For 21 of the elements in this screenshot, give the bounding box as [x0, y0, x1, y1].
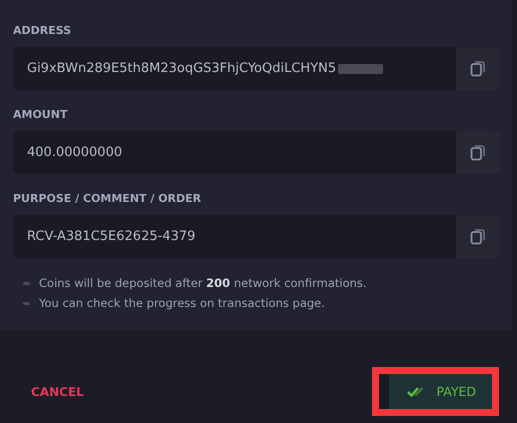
note-text: Coins will be deposited after 200 network confirmations. — [39, 276, 367, 290]
field-label: PURPOSE / COMMENT / ORDER — [13, 192, 202, 205]
input-field[interactable]: 400.00000000 — [13, 131, 500, 174]
bullet-icon — [23, 302, 30, 304]
field-value: 400.00000000 — [27, 145, 122, 160]
copy-button[interactable] — [456, 131, 500, 174]
field-value: RCV-A381C5E62625-4379 — [27, 229, 196, 244]
field-label: AMOUNT — [13, 108, 68, 121]
copy-icon — [470, 144, 486, 161]
copy-button[interactable] — [456, 47, 500, 90]
bullet-icon — [23, 282, 30, 284]
copy-icon — [470, 60, 486, 77]
input-field[interactable]: RCV-A381C5E62625-4379 — [13, 215, 500, 258]
copy-icon — [470, 228, 486, 245]
copy-button[interactable] — [456, 215, 500, 258]
cancel-button[interactable]: CANCEL — [31, 384, 84, 398]
field-value: Gi9xBWn289E5th8M23oqGS3FhjCYoQdiLCHYN5 — [27, 61, 336, 76]
note-text: You can check the progress on transactions page. — [39, 296, 325, 310]
redaction-mark — [338, 64, 384, 74]
input-field[interactable]: Gi9xBWn289E5th8M23oqGS3FhjCYoQdiLCHYN5 — [13, 47, 500, 90]
field-label: ADDRESS — [13, 24, 72, 37]
